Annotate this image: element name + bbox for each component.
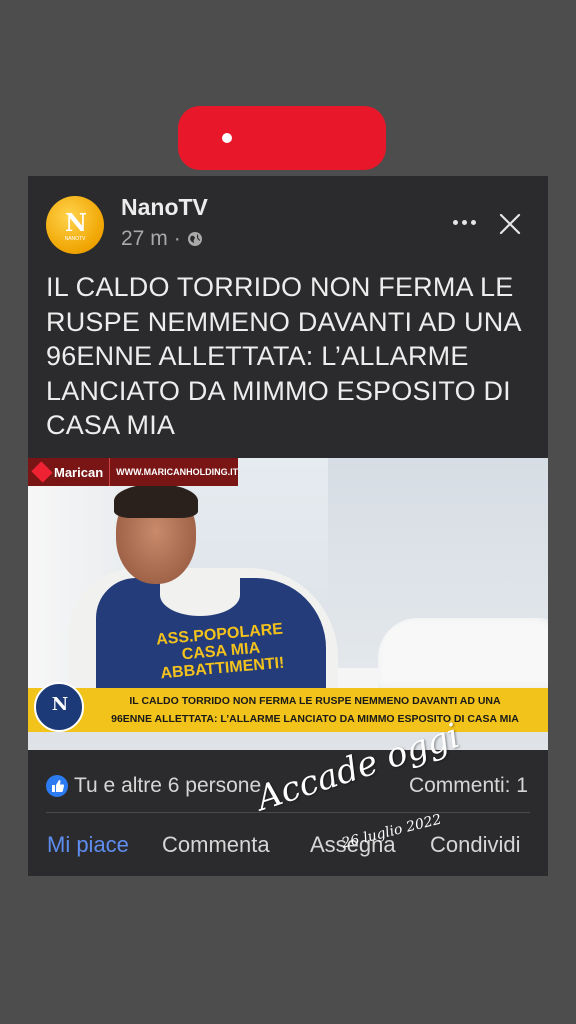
sponsor-diamond-icon: [31, 461, 53, 483]
video-person-hair: [114, 484, 198, 518]
banner-line-1: IL CALDO TORRIDO NON FERMA LE RUSPE NEMM…: [129, 695, 501, 707]
sponsor-url: WWW.MARICANHOLDING.IT: [116, 467, 239, 477]
post-card: N NANOTV NanoTV 27 m · IL CALDO TORRIDO …: [28, 176, 548, 876]
reactions-text: Tu e altre 6 persone: [74, 774, 262, 797]
close-icon[interactable]: [498, 212, 522, 236]
banner-logo: N: [34, 682, 84, 732]
globe-icon: [187, 232, 202, 246]
sponsor-bar: Marican WWW.MARICANHOLDING.IT: [28, 458, 238, 486]
sponsor-name: Marican: [54, 464, 104, 480]
page-avatar[interactable]: N NANOTV: [46, 196, 104, 254]
banner-text: IL CALDO TORRIDO NON FERMA LE RUSPE NEMM…: [90, 692, 540, 728]
post-video[interactable]: ASS.POPOLARE CASA MIA ABBATTIMENTI! Mari…: [28, 458, 548, 750]
banner-logo-mark: N: [51, 694, 68, 715]
post-meta: 27 m ·: [121, 227, 203, 251]
like-badge-icon: [46, 775, 68, 797]
avatar-logo-sub: NANOTV: [64, 236, 86, 242]
reactions-summary[interactable]: Tu e altre 6 persone: [46, 774, 261, 798]
post-actions: Mi piace Commenta Assegna Condividi: [28, 828, 548, 864]
share-button[interactable]: Condividi: [430, 832, 521, 858]
actions-divider: [46, 812, 530, 813]
meta-separator: ·: [173, 227, 181, 250]
banner-line-2: 96ENNE ALLETTATA: L’ALLARME LANCIATO DA …: [111, 713, 519, 725]
comment-button[interactable]: Commenta: [162, 832, 270, 858]
post-time[interactable]: 27 m: [121, 227, 168, 251]
page-name[interactable]: NanoTV: [121, 194, 208, 221]
video-pillow: [378, 618, 548, 698]
video-bottom-strip: [28, 732, 548, 750]
avatar-logo-mark: N: [65, 208, 87, 237]
like-button[interactable]: Mi piace: [47, 832, 129, 858]
post-headline: IL CALDO TORRIDO NON FERMA LE RUSPE NEMM…: [46, 272, 521, 440]
video-caption-banner: N IL CALDO TORRIDO NON FERMA LE RUSPE NE…: [28, 682, 548, 732]
more-icon[interactable]: [450, 212, 478, 232]
comments-count[interactable]: Commenti: 1: [409, 774, 528, 798]
watch-button[interactable]: Assegna: [310, 832, 396, 858]
screen-recording-indicator[interactable]: [178, 106, 386, 170]
record-dot-icon: [222, 133, 232, 143]
sponsor-logo: Marican: [28, 458, 111, 486]
